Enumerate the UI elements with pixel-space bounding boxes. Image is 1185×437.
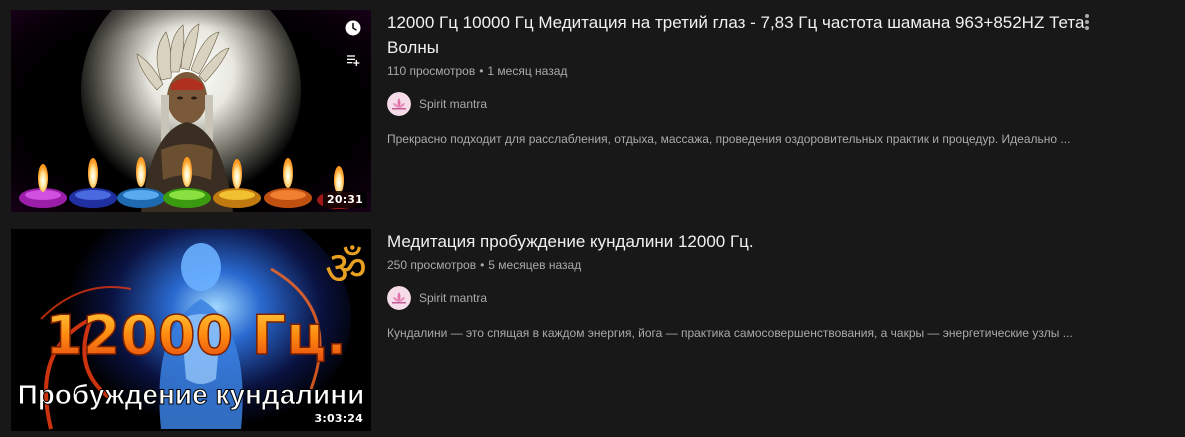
- video-result-2[interactable]: ॐ 12000 Гц. Пробуждение кундалини 3:03:2…: [11, 229, 1185, 431]
- upload-age: 1 месяц назад: [487, 64, 568, 78]
- video-description: Кундалини — это спящая в каждом энергия,…: [387, 326, 1073, 340]
- video-result-1[interactable]: 20:31 12000 Гц 10000 Гц Медитация на тре…: [11, 10, 1185, 212]
- video-metadata: 250 просмотров • 5 месяцев назад: [387, 258, 582, 272]
- view-count: 250 просмотров: [387, 258, 477, 272]
- add-to-queue-button[interactable]: [339, 46, 367, 74]
- video-thumbnail[interactable]: 20:31: [11, 10, 371, 212]
- add-to-queue-icon: [347, 55, 360, 66]
- video-description: Прекрасно подходит для расслабления, отд…: [387, 132, 1071, 146]
- clock-icon: [345, 20, 361, 36]
- thumbnail-image: ॐ 12000 Гц. Пробуждение кундалини: [11, 229, 371, 431]
- watch-later-button[interactable]: [339, 14, 367, 42]
- channel-name[interactable]: Spirit mantra: [419, 291, 487, 305]
- channel-avatar[interactable]: [387, 286, 411, 310]
- search-results: 20:31 12000 Гц 10000 Гц Медитация на тре…: [0, 0, 1185, 437]
- video-metadata: 110 просмотров • 1 месяц назад: [387, 64, 568, 78]
- view-count: 110 просмотров: [387, 64, 476, 78]
- lotus-avatar-icon: [387, 92, 411, 116]
- om-symbol: ॐ: [325, 241, 367, 295]
- thumbnail-image: [11, 10, 371, 212]
- channel-avatar[interactable]: [387, 92, 411, 116]
- duration-badge: 20:31: [322, 191, 367, 208]
- thumbnail-headline: 12000 Гц.: [45, 304, 347, 367]
- video-details: Медитация пробуждение кундалини 12000 Гц…: [387, 229, 1097, 342]
- channel-info[interactable]: Spirit mantra: [387, 92, 1097, 116]
- video-title[interactable]: Медитация пробуждение кундалини 12000 Гц…: [387, 229, 1097, 254]
- lotus-avatar-icon: [387, 286, 411, 310]
- upload-age: 5 месяцев назад: [488, 258, 582, 272]
- channel-name[interactable]: Spirit mantra: [419, 97, 487, 111]
- video-thumbnail[interactable]: ॐ 12000 Гц. Пробуждение кундалини 3:03:2…: [11, 229, 371, 431]
- channel-info[interactable]: Spirit mantra: [387, 286, 1097, 310]
- thumbnail-subtitle: Пробуждение кундалини: [18, 379, 365, 410]
- video-title[interactable]: 12000 Гц 10000 Гц Медитация на третий гл…: [387, 10, 1097, 60]
- video-details: 12000 Гц 10000 Гц Медитация на третий гл…: [387, 10, 1097, 148]
- more-vert-icon: [1085, 14, 1089, 30]
- duration-badge: 3:03:24: [310, 410, 367, 427]
- action-menu-button[interactable]: [1075, 10, 1099, 34]
